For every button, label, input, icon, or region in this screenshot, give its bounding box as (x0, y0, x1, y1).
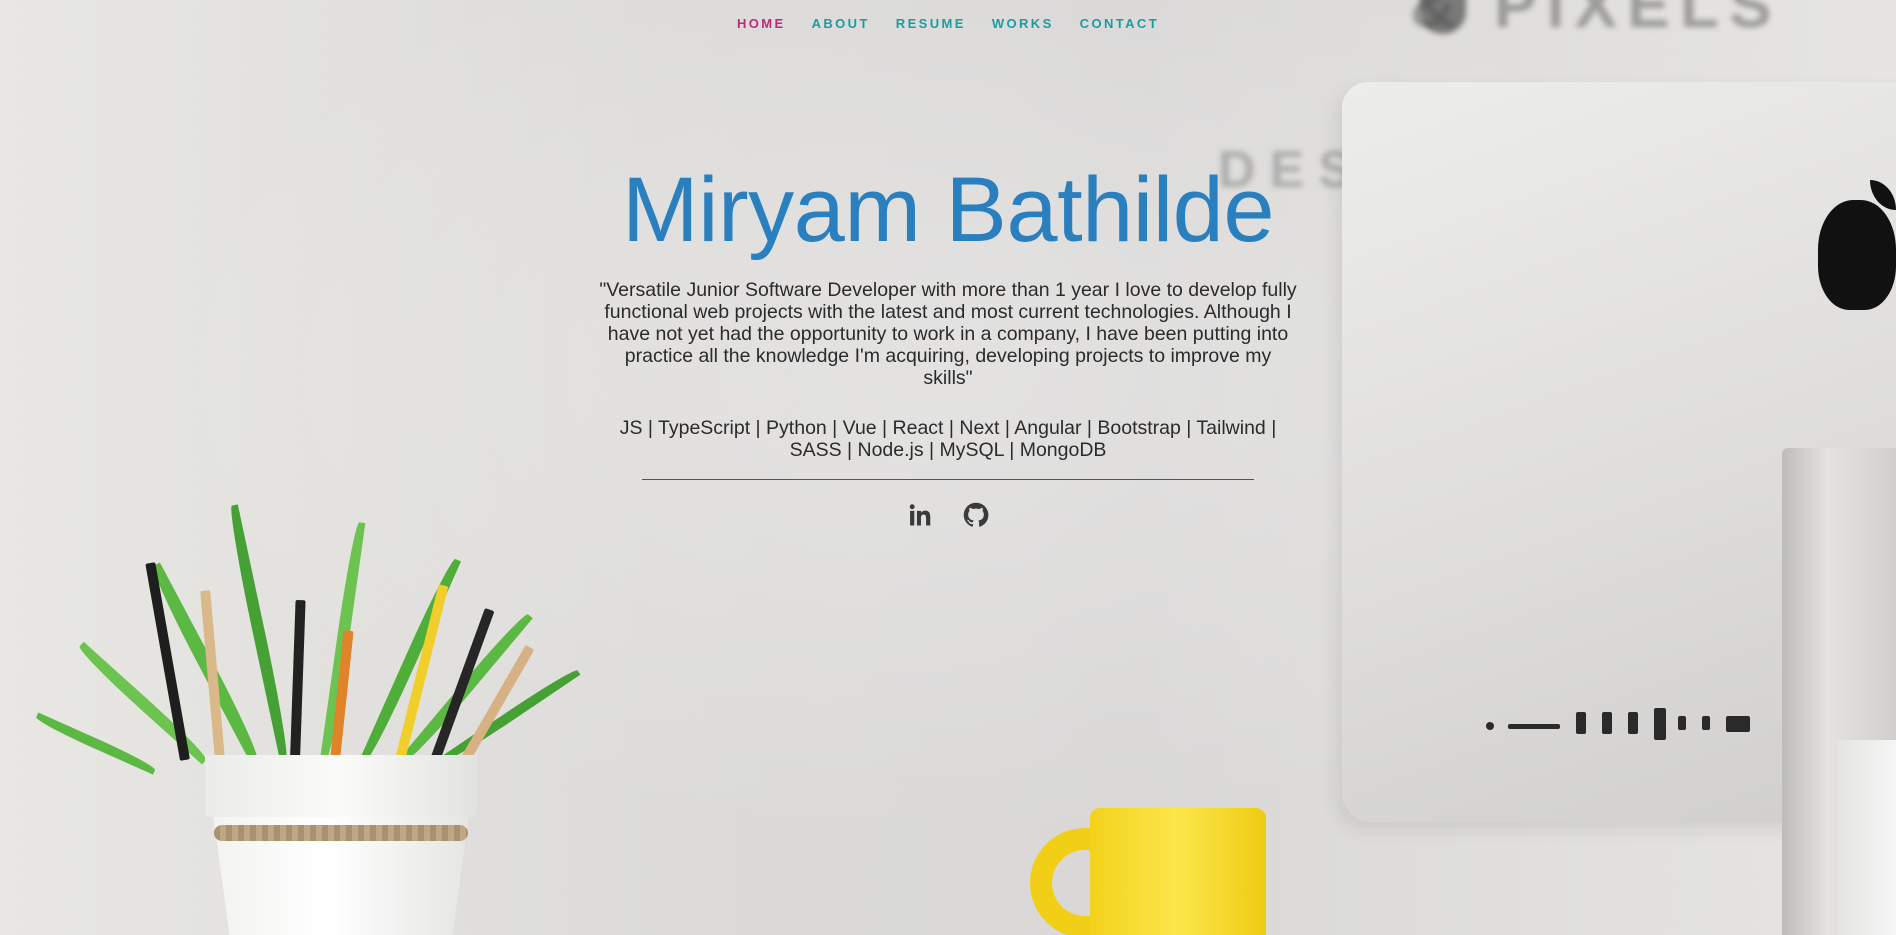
hero-name: Miryam Bathilde (621, 159, 1275, 261)
glass-image (1838, 740, 1896, 935)
plant-pot-rim (205, 755, 477, 817)
nav-contact[interactable]: CONTACT (1067, 14, 1172, 34)
github-link[interactable] (961, 502, 991, 532)
nav-resume[interactable]: RESUME (883, 14, 979, 34)
social-links (905, 502, 991, 532)
linkedin-link[interactable] (905, 502, 935, 532)
monitor-ports (1480, 700, 1760, 740)
github-icon (962, 501, 990, 534)
hero-bio: "Versatile Junior Software Developer wit… (599, 279, 1297, 389)
main-nav: HOME ABOUT RESUME WORKS CONTACT (0, 14, 1896, 34)
hero-skills: JS | TypeScript | Python | Vue | React |… (619, 417, 1277, 461)
hero-section: Miryam Bathilde "Versatile Junior Softwa… (0, 155, 1896, 532)
pot-twine (214, 825, 468, 841)
linkedin-icon (906, 501, 934, 534)
nav-home[interactable]: HOME (724, 14, 799, 34)
hero-divider (642, 479, 1254, 480)
yellow-mug (1090, 808, 1266, 935)
nav-works[interactable]: WORKS (979, 14, 1067, 34)
nav-about[interactable]: ABOUT (799, 14, 883, 34)
